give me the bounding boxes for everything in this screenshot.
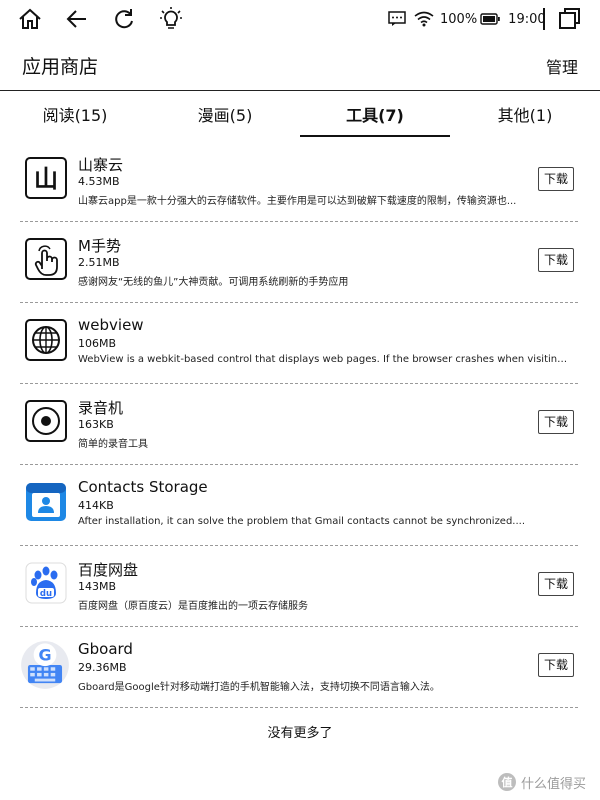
app-name: 山寨云 (78, 156, 124, 174)
list-item[interactable]: M手势 2.51MB 感谢网友“无线的鱼儿”大神贡献。可调用系统刷新的手势应用 … (20, 222, 578, 303)
status-divider (543, 8, 545, 30)
window-icon[interactable] (557, 6, 583, 32)
app-description: Gboard是Google针对移动端打造的手机智能输入法，支持切换不同语言输入法… (78, 682, 440, 693)
app-size: 414KB (78, 499, 114, 512)
hand-gesture-icon (25, 238, 67, 280)
watermark-logo-icon: 值 (497, 773, 516, 791)
manage-button[interactable]: 管理 (546, 54, 578, 78)
watermark-text: 什么值得买 (520, 776, 586, 792)
svg-text:值: 值 (501, 775, 512, 789)
list-item[interactable]: 录音机 163KB 简单的录音工具 下载 (20, 384, 578, 465)
message-icon (388, 11, 406, 26)
app-size: 143MB (78, 580, 117, 593)
app-name: Contacts Storage (78, 478, 208, 496)
app-size: 163KB (78, 418, 114, 431)
app-description: WebView is a webkit-based control that d… (78, 354, 568, 365)
list-item[interactable]: webview 106MB WebView is a webkit-based … (20, 303, 578, 384)
tab-tools[interactable]: 工具(7) (300, 91, 450, 137)
baidu-netdisk-icon: du (25, 562, 67, 604)
app-description: 感谢网友“无线的鱼儿”大神贡献。可调用系统刷新的手势应用 (78, 277, 349, 288)
download-button[interactable]: 下载 (538, 653, 574, 677)
status-bar: 100% 19:00 (0, 0, 600, 38)
app-size: 29.36MB (78, 661, 127, 674)
app-size: 106MB (78, 337, 117, 350)
page-title: 应用商店 (22, 56, 99, 78)
app-name: 百度网盘 (78, 561, 139, 579)
app-description: After installation, it can solve the pro… (78, 516, 526, 527)
battery-percent: 100% (440, 11, 478, 27)
app-list: 山 山寨云 4.53MB 山寨云app是一款十分强大的云存储软件。主要作用是可以… (20, 141, 578, 708)
refresh-icon[interactable] (111, 6, 137, 32)
app-size: 2.51MB (78, 256, 120, 269)
app-description: 山寨云app是一款十分强大的云存储软件。主要作用是可以达到破解下载速度的限制，传… (78, 196, 517, 207)
tab-other[interactable]: 其他(1) (450, 91, 600, 137)
app-name: M手势 (78, 237, 121, 255)
app-description: 百度网盘（原百度云）是百度推出的一项云存储服务 (78, 601, 308, 612)
download-button[interactable]: 下载 (538, 248, 574, 272)
list-item[interactable]: du 百度网盘 143MB 百度网盘（原百度云）是百度推出的一项云存储服务 下载 (20, 546, 578, 627)
contacts-icon (26, 483, 66, 521)
tab-reading[interactable]: 阅读(15) (0, 91, 150, 137)
baidu-logo-text: du (40, 589, 52, 599)
category-tabs: 阅读(15) 漫画(5) 工具(7) 其他(1) (0, 91, 600, 139)
app-header: 应用商店 管理 (0, 38, 600, 91)
download-button[interactable]: 下载 (538, 410, 574, 434)
wifi-icon (414, 11, 434, 27)
clock: 19:00 (508, 11, 546, 27)
list-item[interactable]: 山 山寨云 4.53MB 山寨云app是一款十分强大的云存储软件。主要作用是可以… (20, 141, 578, 222)
watermark: 值 什么值得买 (497, 772, 586, 792)
download-button[interactable]: 下载 (538, 167, 574, 191)
app-description: 简单的录音工具 (78, 439, 148, 450)
home-icon[interactable] (17, 6, 43, 32)
gboard-logo-text: G (38, 645, 51, 664)
record-icon (25, 400, 67, 442)
globe-icon (25, 319, 67, 361)
shanzhaiyun-logo-text: 山 (34, 165, 58, 193)
app-name: webview (78, 316, 144, 334)
download-button[interactable]: 下载 (538, 572, 574, 596)
shanzhaiyun-logo-icon: 山 (25, 157, 67, 199)
battery-icon (480, 13, 500, 25)
app-name: Gboard (78, 640, 133, 658)
list-item[interactable]: Contacts Storage 414KB After installatio… (20, 465, 578, 546)
lightbulb-icon[interactable] (158, 6, 184, 32)
no-more-label: 没有更多了 (267, 726, 333, 741)
app-name: 录音机 (78, 399, 124, 417)
back-arrow-icon[interactable] (64, 6, 90, 32)
tab-comics[interactable]: 漫画(5) (150, 91, 300, 137)
gboard-icon: G (21, 641, 69, 689)
app-size: 4.53MB (78, 175, 120, 188)
list-item[interactable]: G Gboard 29.36MB Gboard是Google针对移动端打造的手机… (20, 627, 578, 708)
status-right: 100% 19:00 (388, 0, 546, 38)
